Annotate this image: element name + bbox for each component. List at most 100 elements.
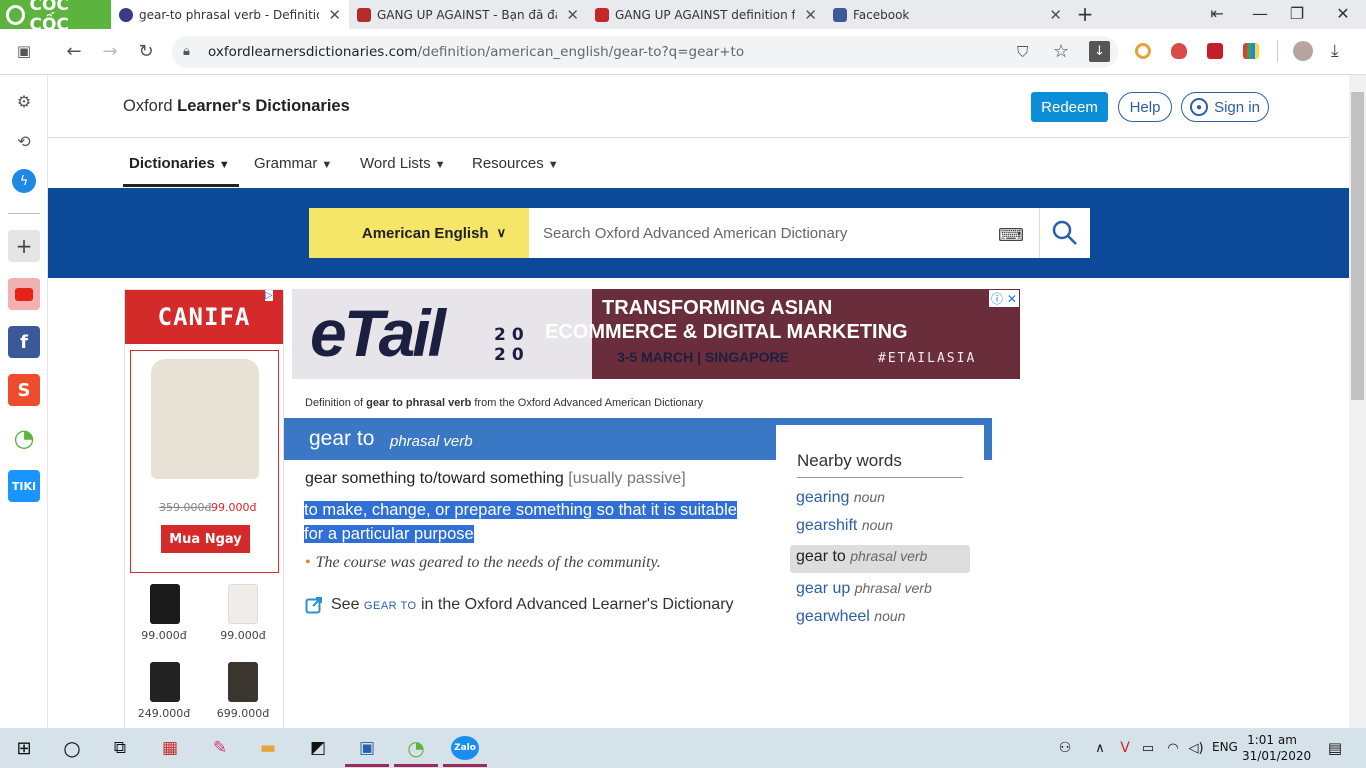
extension-chrome-icon[interactable] [1135, 43, 1151, 59]
ad-close-icon[interactable]: ⓘ ✕ [989, 290, 1019, 307]
search-input[interactable]: Search Oxford Advanced American Dictiona… [529, 208, 1040, 258]
ad-thumb-image[interactable] [228, 662, 258, 702]
history-icon[interactable]: ⟲ [12, 129, 36, 153]
app-icon[interactable]: ▣ [352, 734, 382, 762]
url-text[interactable]: oxfordlearnersdictionaries.com/definitio… [208, 44, 744, 60]
etail-logo: eTail [310, 296, 446, 370]
messenger-icon[interactable]: ϟ [12, 169, 36, 193]
keyboard-icon[interactable]: ⌨ [998, 225, 1024, 246]
shield-icon[interactable]: ⛉ [1017, 43, 1028, 61]
chevron-down-icon: ∨ [496, 225, 507, 240]
new-tab-button[interactable]: + [1073, 2, 1097, 26]
menu-grammar[interactable]: Grammar ▼ [254, 155, 332, 172]
facebook-icon[interactable]: f [8, 326, 40, 358]
ad-thumb-image[interactable] [228, 584, 258, 624]
add-icon[interactable]: + [8, 230, 40, 262]
banner-line-2: ECOMMERCE & DIGITAL MARKETING [545, 321, 908, 343]
sweater-image [151, 359, 259, 479]
redeem-button[interactable]: Redeem [1031, 92, 1108, 122]
bookmark-star-icon[interactable]: ☆ [1053, 41, 1069, 62]
menu-word-lists[interactable]: Word Lists ▼ [360, 155, 445, 172]
task-view-icon[interactable]: ⧉ [105, 734, 135, 762]
dictionary-selector-label: American English [361, 224, 489, 242]
minimize-icon[interactable]: — [1248, 4, 1272, 23]
sign-in-button[interactable]: ● Sign in [1181, 92, 1269, 122]
menu-dictionaries[interactable]: Dictionaries ▼ [129, 155, 230, 172]
adchoices-icon[interactable]: ▷ [265, 290, 273, 301]
search-button[interactable] [1039, 208, 1090, 258]
downloads-icon[interactable]: ⤓ [1331, 41, 1339, 61]
volume-icon[interactable]: ◁) [1181, 734, 1211, 762]
toolbar-divider [1277, 40, 1278, 62]
restore-icon[interactable]: ❐ [1285, 4, 1309, 23]
nearby-item-gearing[interactable]: gearing noun [796, 489, 885, 507]
ad-thumb-price: 699.000đ [216, 707, 270, 720]
extension-colors-icon[interactable] [1243, 43, 1259, 59]
forward-button[interactable]: → [99, 41, 121, 62]
reload-button[interactable]: ↻ [135, 41, 157, 62]
etail-banner-ad[interactable]: eTail 20 20 TRANSFORMING ASIAN ECOMMERCE … [292, 289, 1020, 379]
definition-text: to make, change, or prepare something so… [304, 501, 737, 543]
site-brand[interactable]: Oxford Learner's Dictionaries [123, 97, 350, 116]
ad-thumb-image[interactable] [150, 584, 180, 624]
taskbar-clock[interactable]: 1:01 am 31/01/2020 [1242, 732, 1311, 764]
youtube-icon[interactable] [8, 278, 40, 310]
close-window-icon[interactable]: ✕ [1331, 4, 1355, 23]
nearby-item-gear-to[interactable]: gear to phrasal verb [796, 548, 927, 566]
minimize-bar-icon[interactable]: ⇤ [1205, 4, 1229, 23]
nearby-item-gear-up[interactable]: gear up phrasal verb [796, 580, 932, 598]
notification-icon[interactable]: ▤ [1320, 734, 1350, 762]
canifa-ad[interactable]: CANIFA ▷ 359.000đ 99.000đ Mua Ngay 99.00… [124, 289, 284, 728]
help-button[interactable]: Help [1118, 92, 1172, 122]
coccoc-taskbar-icon[interactable]: ◔ [401, 734, 431, 762]
dictionary-selector[interactable]: American English ∨ [309, 208, 529, 258]
file-explorer-icon[interactable]: ▬ [253, 734, 283, 762]
sidebar-toggle-icon[interactable]: ▣ [13, 42, 35, 60]
browser-logo[interactable]: CỐC CỐC [0, 0, 111, 35]
scrollbar-thumb[interactable] [1351, 92, 1364, 400]
close-tab-icon[interactable]: ✕ [566, 6, 579, 24]
active-app-indicator [394, 764, 438, 767]
tab-1[interactable]: gear-to phrasal verb - Definition, p ✕ [111, 0, 349, 29]
nearby-item-gearwheel[interactable]: gearwheel noun [796, 608, 905, 626]
shopee-icon[interactable]: S [8, 374, 40, 406]
tab-3[interactable]: GANG UP AGAINST definition from ✕ [587, 0, 825, 29]
ad-thumb-image[interactable] [150, 662, 180, 702]
tiki-icon[interactable]: TIKI [8, 470, 40, 502]
nearby-item-gearshift[interactable]: gearshift noun [796, 517, 893, 535]
office-app-icon[interactable]: ▦ [155, 734, 185, 762]
back-button[interactable]: ← [63, 41, 85, 62]
buy-now-button[interactable]: Mua Ngay [161, 525, 250, 553]
close-tab-icon[interactable]: ✕ [1049, 6, 1062, 24]
sense-pattern: gear something to/toward something [usua… [305, 470, 686, 487]
menu-resources[interactable]: Resources ▼ [472, 155, 559, 172]
close-tab-icon[interactable]: ✕ [328, 6, 341, 24]
search-icon[interactable]: ○ [57, 734, 87, 762]
people-icon[interactable]: ⚇ [1050, 734, 1080, 762]
paint-app-icon[interactable]: ✎ [205, 734, 235, 762]
language-indicator[interactable]: ENG [1212, 740, 1238, 754]
lock-icon[interactable]: 🔒︎ [183, 44, 190, 59]
download-video-icon[interactable]: ↓ [1089, 41, 1110, 62]
extension-shield-icon[interactable] [1171, 43, 1187, 59]
windows-start-icon[interactable]: ⊞ [9, 734, 39, 762]
coccoc-icon[interactable]: ◔ [8, 422, 40, 454]
web-page: Oxford Learner's Dictionaries Redeem Hel… [48, 75, 1349, 728]
zalo-icon[interactable]: Zalo [451, 736, 479, 760]
tab-2[interactable]: GANG UP AGAINST - Bạn đã đánh ✕ [349, 0, 587, 29]
extension-red-icon[interactable] [1207, 43, 1223, 59]
close-tab-icon[interactable]: ✕ [804, 6, 817, 24]
see-also-link[interactable]: See GEAR TO in the Oxford Advanced Learn… [305, 596, 734, 614]
chevron-down-icon: ▼ [434, 159, 446, 171]
definition-source: Definition of gear to phrasal verb from … [305, 397, 704, 409]
chevron-down-icon: ▼ [218, 159, 230, 171]
gear-icon[interactable]: ⚙ [12, 89, 36, 113]
tab-4[interactable]: Facebook ✕ [825, 0, 1070, 29]
coccoc-logo-icon [6, 4, 26, 25]
tab-favicon-icon [357, 7, 371, 22]
banner-line-3: 3-5 MARCH | SINGAPORE [617, 349, 789, 365]
sticky-notes-icon[interactable]: ◩ [303, 734, 333, 762]
profile-avatar[interactable] [1293, 41, 1313, 61]
ad-product-card[interactable]: 359.000đ 99.000đ Mua Ngay [130, 350, 279, 573]
tab-favicon-icon [119, 7, 133, 22]
